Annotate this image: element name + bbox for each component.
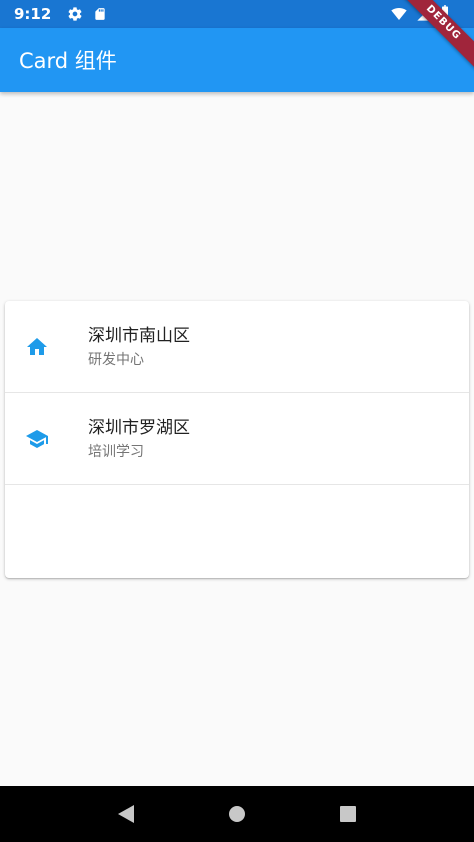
back-button[interactable] bbox=[113, 801, 139, 827]
status-time: 9:12 bbox=[14, 5, 52, 23]
page-title: Card 组件 bbox=[19, 49, 117, 73]
home-button[interactable] bbox=[224, 801, 250, 827]
list-item-title: 深圳市罗湖区 bbox=[88, 417, 190, 438]
home-icon bbox=[27, 337, 47, 355]
list-item-nanshan[interactable]: 深圳市南山区 研发中心 bbox=[5, 301, 469, 392]
navigation-bar bbox=[0, 786, 474, 842]
app-bar: Card 组件 bbox=[0, 28, 474, 92]
back-icon bbox=[117, 805, 134, 823]
recents-button[interactable] bbox=[335, 801, 361, 827]
list-item-title: 深圳市南山区 bbox=[88, 325, 190, 346]
gear-icon bbox=[68, 7, 82, 21]
school-icon bbox=[26, 429, 48, 448]
list-item-subtitle: 培训学习 bbox=[88, 443, 144, 460]
home-circle-icon bbox=[228, 806, 245, 822]
recents-icon bbox=[340, 806, 357, 822]
divider bbox=[5, 484, 469, 485]
location-card: 深圳市南山区 研发中心 深圳市罗湖区 培训学习 bbox=[5, 301, 469, 578]
list-item-subtitle: 研发中心 bbox=[88, 351, 144, 368]
wifi-icon bbox=[391, 8, 407, 20]
sd-card-icon bbox=[95, 8, 105, 20]
list-item-luohu[interactable]: 深圳市罗湖区 培训学习 bbox=[5, 393, 469, 484]
status-bar: 9:12 bbox=[0, 0, 474, 28]
